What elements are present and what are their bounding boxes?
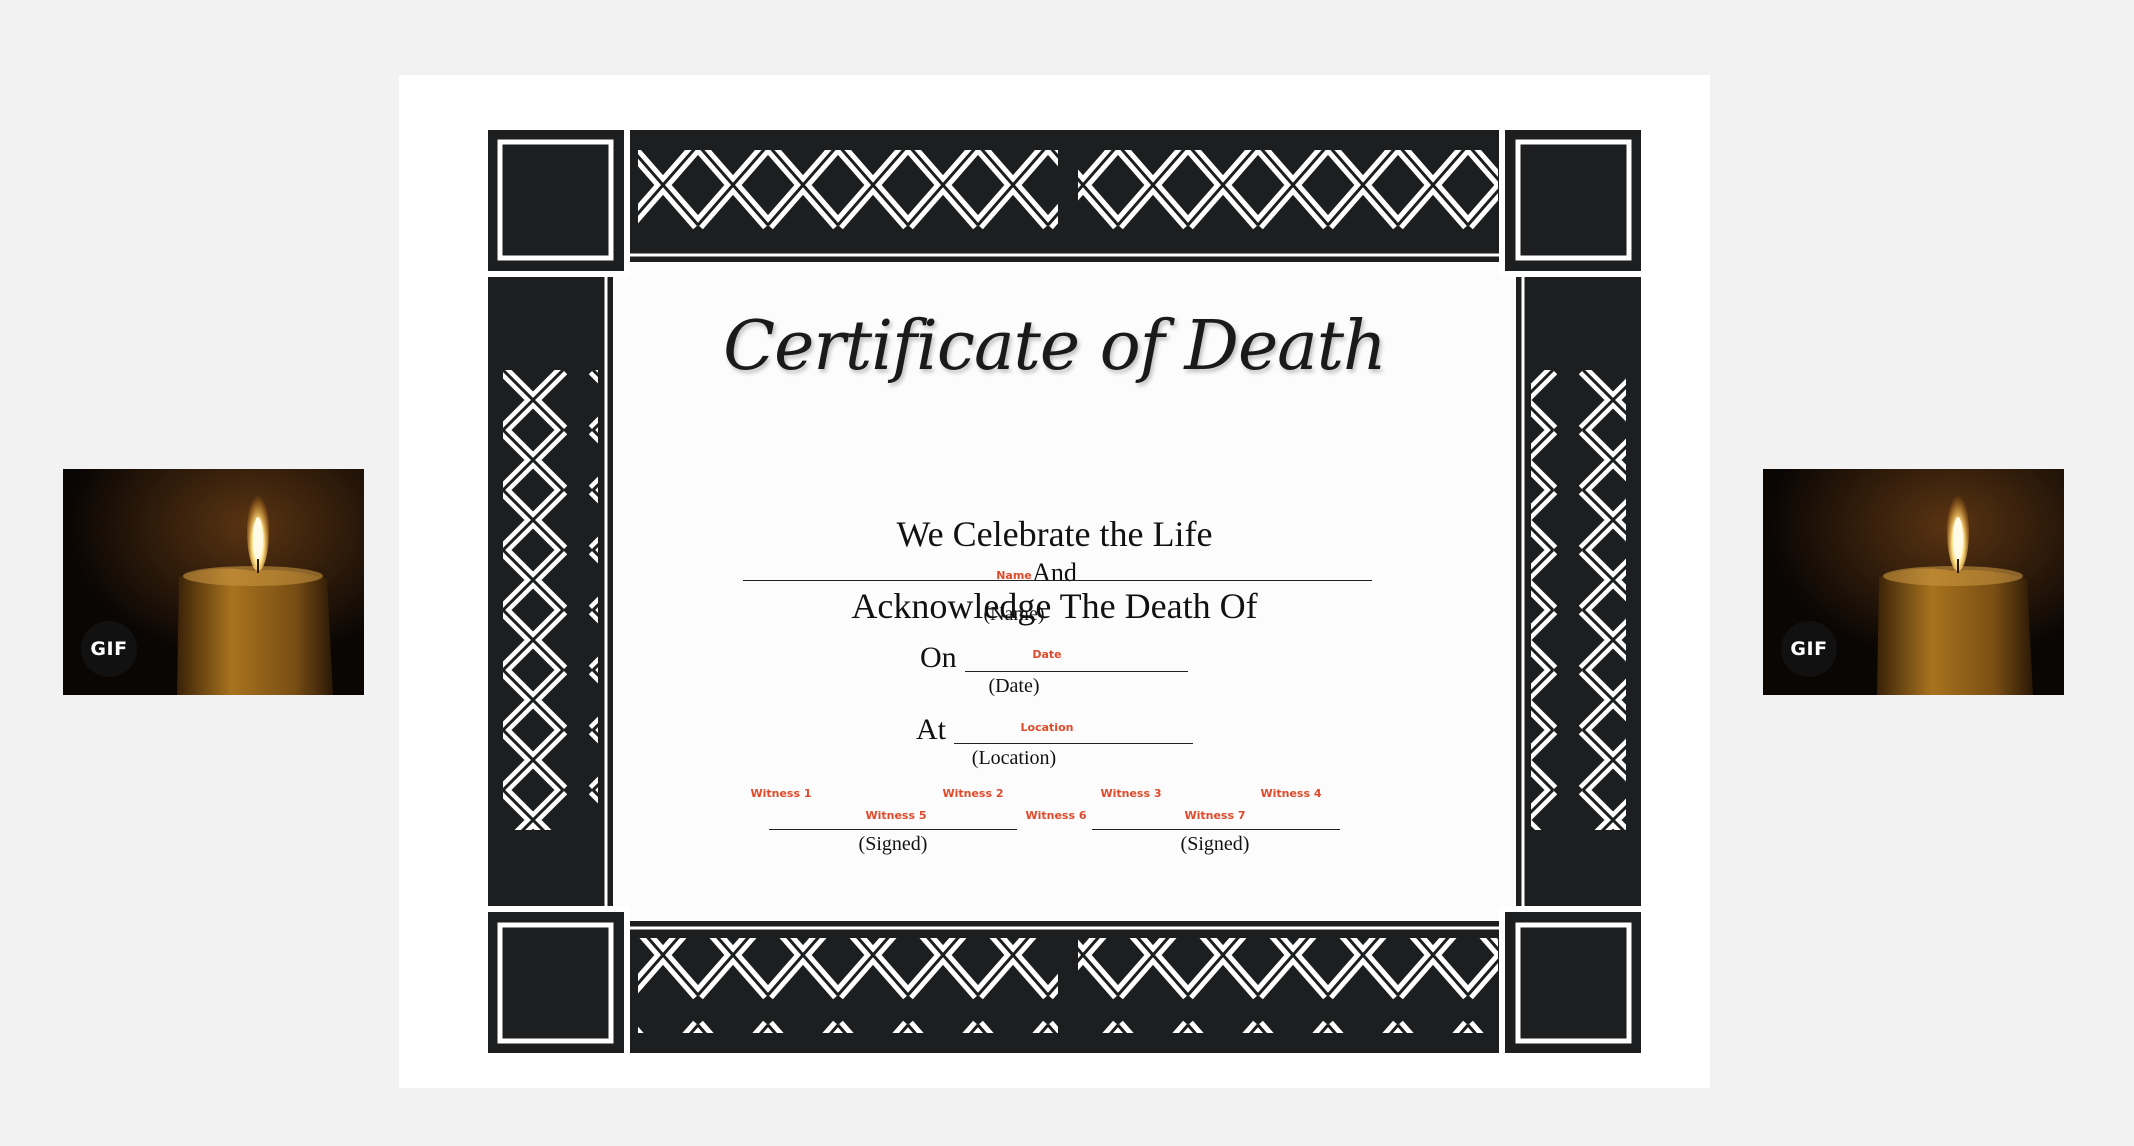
location-rule — [954, 743, 1193, 744]
at-label: At — [916, 713, 946, 746]
on-label: On — [920, 641, 957, 674]
signed-rule-right — [1092, 829, 1340, 830]
witness-6-field[interactable]: Witness 6 — [1016, 809, 1096, 822]
certificate-title: Certificate of Death — [723, 307, 1387, 386]
signed-caption-left: (Signed) — [858, 833, 928, 855]
celebrate-line: We Celebrate the Life — [896, 514, 1213, 554]
gif-badge: GIF — [81, 621, 137, 677]
location-field[interactable]: Location — [977, 721, 1117, 734]
signed-caption-right: (Signed) — [1180, 833, 1250, 855]
witness-4-field[interactable]: Witness 4 — [1251, 787, 1331, 800]
name-caption: (Name) — [983, 603, 1045, 625]
location-caption: (Location) — [971, 747, 1057, 769]
date-caption: (Date) — [988, 675, 1040, 697]
name-rule — [743, 580, 1372, 581]
gif-badge: GIF — [1781, 621, 1837, 677]
date-field[interactable]: Date — [977, 648, 1117, 661]
witness-7-field[interactable]: Witness 7 — [1175, 809, 1255, 822]
candle-gif-left[interactable]: GIF — [63, 469, 364, 695]
signed-rule-left — [769, 829, 1017, 830]
witness-1-field[interactable]: Witness 1 — [741, 787, 821, 800]
witness-2-field[interactable]: Witness 2 — [933, 787, 1013, 800]
candle-gif-right[interactable]: GIF — [1763, 469, 2064, 695]
witness-5-field[interactable]: Witness 5 — [856, 809, 936, 822]
date-rule — [965, 671, 1188, 672]
certificate-sheet: Certificate of Death We Celebrate the Li… — [399, 75, 1710, 1088]
witness-3-field[interactable]: Witness 3 — [1091, 787, 1171, 800]
